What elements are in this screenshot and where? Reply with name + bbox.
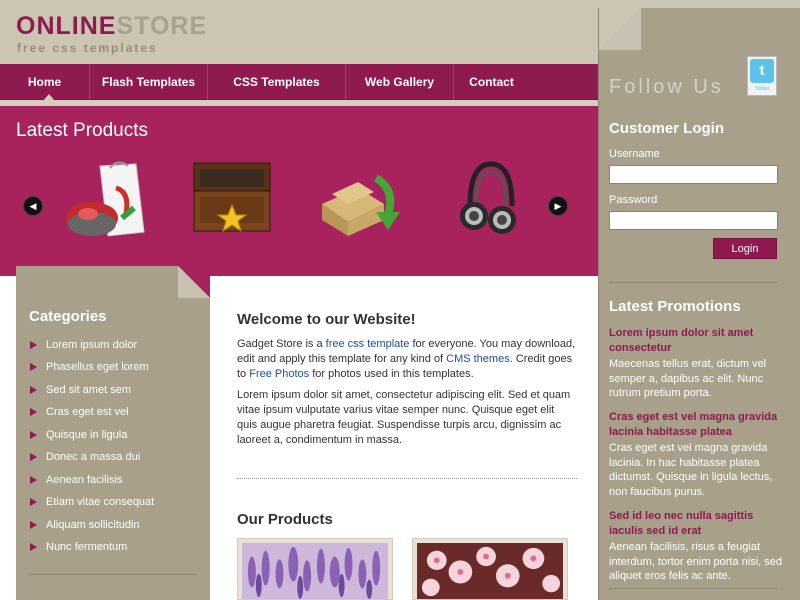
category-label: Donec a massa dui	[46, 451, 141, 463]
bullet-arrow-icon	[30, 498, 37, 507]
product-thumbnail-blossom[interactable]	[412, 538, 568, 600]
category-label: Quisque in ligula	[46, 429, 128, 441]
product-headphones-icon[interactable]	[456, 158, 526, 242]
promo-text: Aenean facilisis, risus a feugiat interd…	[609, 541, 783, 582]
lavender-image	[242, 543, 388, 599]
divider	[609, 282, 777, 283]
username-input[interactable]	[609, 165, 778, 184]
category-item[interactable]: Aenean facilisis	[30, 473, 122, 487]
promo-text: Cras eget est vel magna gravida lacinia.…	[609, 442, 773, 498]
promo-title[interactable]: Cras eget est vel magna gravida lacinia …	[609, 410, 785, 440]
login-button[interactable]: Login	[713, 238, 777, 259]
password-input[interactable]	[609, 211, 778, 230]
category-label: Aliquam sollicitudin	[46, 519, 140, 531]
twitter-button[interactable]: t Twitter	[747, 56, 777, 96]
nav-contact[interactable]: Contact	[454, 64, 529, 100]
promo-text: Maecenas tellus erat, dictum vel semper …	[609, 358, 767, 399]
prev-arrow-button[interactable]: ◀	[23, 196, 43, 216]
category-label: Aenean facilisis	[46, 474, 123, 486]
follow-us-label: Follow Us	[609, 76, 724, 98]
category-label: Etiam vitae consequat	[46, 496, 155, 508]
promo-title[interactable]: Lorem ipsum dolor sit amet consectetur	[609, 326, 785, 356]
cms-themes-link[interactable]: CMS themes	[446, 353, 510, 365]
divider	[29, 574, 197, 575]
password-label: Password	[609, 194, 658, 206]
page-fold-flap	[599, 8, 641, 50]
category-label: Phasellus eget lorem	[46, 361, 149, 373]
tagline: free css templates	[17, 41, 158, 55]
next-arrow-button[interactable]: ▶	[548, 196, 568, 216]
nav-web-gallery[interactable]: Web Gallery	[346, 64, 453, 100]
category-item[interactable]: Phasellus eget lorem	[30, 360, 149, 374]
bullet-arrow-icon	[30, 521, 37, 530]
category-label: Nunc fermentum	[46, 541, 128, 553]
bullet-arrow-icon	[30, 476, 37, 485]
category-item[interactable]: Cras eget est vel	[30, 405, 129, 419]
intro-text: for photos used in this templates.	[309, 368, 474, 380]
body-paragraph: Lorem ipsum dolor sit amet, consectetur …	[237, 389, 571, 446]
product-box-arrow-icon[interactable]	[318, 164, 402, 240]
category-item[interactable]: Aliquam sollicitudin	[30, 518, 140, 532]
product-mouse-bag-icon[interactable]	[64, 158, 154, 244]
logo-part-online: ONLINE	[16, 12, 117, 40]
divider	[609, 588, 777, 589]
bullet-arrow-icon	[30, 341, 37, 350]
customer-login-title: Customer Login	[609, 120, 724, 137]
free-css-template-link[interactable]: free css template	[326, 338, 410, 350]
intro-paragraph: Gadget Store is a free css template for …	[237, 337, 577, 382]
chevron-left-icon: ◀	[29, 201, 37, 211]
product-treasure-box-icon[interactable]	[190, 161, 274, 241]
dotted-divider	[237, 478, 577, 479]
category-label: Sed sit amet sem	[46, 384, 131, 396]
twitter-icon: t	[750, 59, 774, 83]
bullet-arrow-icon	[30, 453, 37, 462]
category-item[interactable]: Donec a massa dui	[30, 450, 140, 464]
cherry-blossom-image	[417, 543, 563, 599]
category-label: Lorem ipsum dolor	[46, 339, 138, 351]
page-fold-flap	[178, 266, 210, 298]
intro-text: Gadget Store is a	[237, 338, 326, 350]
category-item[interactable]: Lorem ipsum dolor	[30, 338, 137, 352]
our-products-title: Our Products	[237, 511, 333, 528]
twitter-label: Twitter	[754, 86, 770, 92]
category-label: Cras eget est vel	[46, 406, 129, 418]
category-item[interactable]: Etiam vitae consequat	[30, 495, 154, 509]
bullet-arrow-icon	[30, 386, 37, 395]
chevron-right-icon: ▶	[554, 201, 562, 211]
free-photos-link[interactable]: Free Photos	[249, 368, 309, 380]
bullet-arrow-icon	[30, 543, 37, 552]
left-sidebar: Categories Lorem ipsum dolor Phasellus e…	[16, 266, 210, 600]
category-item[interactable]: Quisque in ligula	[30, 428, 127, 442]
nav-css-templates[interactable]: CSS Templates	[208, 64, 345, 100]
latest-promotions-title: Latest Promotions	[609, 298, 741, 315]
nav-flash-templates[interactable]: Flash Templates	[90, 64, 207, 100]
logo[interactable]: ONLINESTORE	[16, 14, 207, 39]
product-thumbnail-lavender[interactable]	[237, 538, 393, 600]
bullet-arrow-icon	[30, 408, 37, 417]
category-item[interactable]: Nunc fermentum	[30, 540, 127, 554]
banner-title: Latest Products	[16, 120, 149, 141]
right-sidebar: Follow Us t Twitter Customer Login Usern…	[598, 8, 800, 600]
bullet-arrow-icon	[30, 363, 37, 372]
promo-title[interactable]: Sed id leo nec nulla sagittis iaculis se…	[609, 509, 785, 539]
username-label: Username	[609, 148, 660, 160]
category-item[interactable]: Sed sit amet sem	[30, 383, 131, 397]
welcome-title: Welcome to our Website!	[237, 311, 416, 328]
categories-title: Categories	[29, 308, 107, 325]
logo-part-store: STORE	[116, 12, 208, 40]
bullet-arrow-icon	[30, 431, 37, 440]
